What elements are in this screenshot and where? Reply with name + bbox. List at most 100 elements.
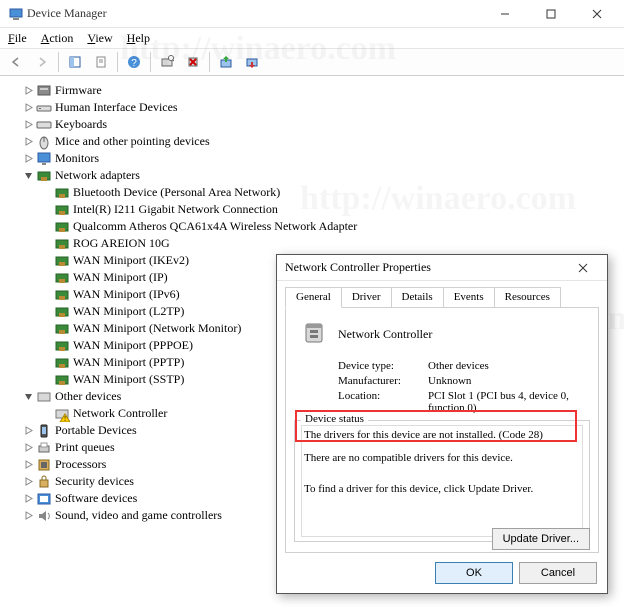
menubar: File Action View Help <box>0 28 624 48</box>
warning-device-icon: ! <box>54 406 70 422</box>
nic-icon <box>54 185 70 201</box>
cpu-icon <box>36 457 52 473</box>
device-status-text[interactable]: The drivers for this device are not inst… <box>301 425 583 537</box>
app-icon <box>8 6 24 22</box>
security-icon <box>36 474 52 490</box>
scan-hardware-button[interactable] <box>155 51 179 73</box>
tab-events[interactable]: Events <box>443 287 495 307</box>
uninstall-button[interactable] <box>181 51 205 73</box>
svg-text:!: ! <box>64 415 66 422</box>
expand-chevron-icon[interactable] <box>20 137 36 146</box>
window-title: Device Manager <box>27 6 482 21</box>
tree-item-label: WAN Miniport (PPTP) <box>73 354 184 371</box>
tree-item[interactable]: Qualcomm Atheros QCA61x4A Wireless Netwo… <box>0 218 624 235</box>
tree-item[interactable]: ROG AREION 10G <box>0 235 624 252</box>
tree-item-label: WAN Miniport (IKEv2) <box>73 252 189 269</box>
expand-chevron-icon[interactable] <box>20 494 36 503</box>
device-icon <box>298 318 330 350</box>
show-hide-tree-button[interactable] <box>63 51 87 73</box>
portable-icon <box>36 423 52 439</box>
menu-help[interactable]: Help <box>127 31 150 46</box>
properties-button[interactable] <box>89 51 113 73</box>
nic-icon <box>54 202 70 218</box>
expand-chevron-icon[interactable] <box>20 171 36 180</box>
value-location: PCI Slot 1 (PCI bus 4, device 0, functio… <box>428 390 590 414</box>
tree-item[interactable]: Bluetooth Device (Personal Area Network) <box>0 184 624 201</box>
update-driver-button[interactable]: Update Driver... <box>492 528 590 550</box>
expand-chevron-icon[interactable] <box>20 426 36 435</box>
keyboard-icon <box>36 117 52 133</box>
status-line: To find a driver for this device, click … <box>304 482 568 497</box>
nav-back-button[interactable] <box>4 51 28 73</box>
disable-device-button[interactable] <box>240 51 264 73</box>
mouse-icon <box>36 134 52 150</box>
expand-chevron-icon[interactable] <box>20 103 36 112</box>
expand-chevron-icon[interactable] <box>20 460 36 469</box>
close-button[interactable] <box>574 0 620 28</box>
window-controls <box>482 0 620 28</box>
tree-item-label: WAN Miniport (IPv6) <box>73 286 180 303</box>
tree-item[interactable]: Human Interface Devices <box>0 99 624 116</box>
tree-item-label: Bluetooth Device (Personal Area Network) <box>73 184 280 201</box>
ok-button[interactable]: OK <box>435 562 513 584</box>
nav-forward-button[interactable] <box>30 51 54 73</box>
label-device-type: Device type: <box>338 360 428 372</box>
tree-item[interactable]: Network adapters <box>0 167 624 184</box>
nic-icon <box>36 168 52 184</box>
tree-item[interactable]: Intel(R) I211 Gigabit Network Connection <box>0 201 624 218</box>
tree-item-label: Qualcomm Atheros QCA61x4A Wireless Netwo… <box>73 218 357 235</box>
menu-action[interactable]: Action <box>41 31 74 46</box>
label-location: Location: <box>338 390 428 414</box>
tree-item-label: Network Controller <box>73 405 167 422</box>
monitor-icon <box>36 151 52 167</box>
expand-chevron-icon[interactable] <box>20 120 36 129</box>
expand-chevron-icon[interactable] <box>20 443 36 452</box>
tabstrip: General Driver Details Events Resources <box>285 287 599 308</box>
tab-details[interactable]: Details <box>391 287 444 307</box>
other-icon <box>36 389 52 405</box>
tree-item-label: WAN Miniport (Network Monitor) <box>73 320 241 337</box>
tree-item-label: Monitors <box>55 150 99 167</box>
help-button[interactable]: ? <box>122 51 146 73</box>
tree-item[interactable]: Firmware <box>0 82 624 99</box>
svg-text:?: ? <box>131 58 137 69</box>
tree-item-label: Other devices <box>55 388 121 405</box>
expand-chevron-icon[interactable] <box>20 392 36 401</box>
tree-item-label: Print queues <box>55 439 115 456</box>
tab-resources[interactable]: Resources <box>494 287 561 307</box>
device-status-group: Device status The drivers for this devic… <box>294 420 590 542</box>
tab-general[interactable]: General <box>285 287 342 308</box>
expand-chevron-icon[interactable] <box>20 86 36 95</box>
properties-dialog: Network Controller Properties General Dr… <box>276 254 608 594</box>
status-line: The drivers for this device are not inst… <box>304 428 568 443</box>
toolbar: ? <box>0 48 624 76</box>
tree-item-label: Intel(R) I211 Gigabit Network Connection <box>73 201 278 218</box>
expand-chevron-icon[interactable] <box>20 477 36 486</box>
nic-icon <box>54 287 70 303</box>
update-driver-toolbar-button[interactable] <box>214 51 238 73</box>
firmware-icon <box>36 83 52 99</box>
tab-driver[interactable]: Driver <box>341 287 392 307</box>
titlebar: Device Manager <box>0 0 624 28</box>
nic-icon <box>54 270 70 286</box>
device-manager-window: Device Manager File Action View Help ? F… <box>0 0 624 76</box>
minimize-button[interactable] <box>482 0 528 28</box>
tree-item-label: WAN Miniport (L2TP) <box>73 303 184 320</box>
maximize-button[interactable] <box>528 0 574 28</box>
status-line: There are no compatible drivers for this… <box>304 451 568 466</box>
tab-content-general: Network Controller Device type:Other dev… <box>285 308 599 553</box>
dialog-close-button[interactable] <box>563 255 603 281</box>
sound-icon <box>36 508 52 524</box>
expand-chevron-icon[interactable] <box>20 154 36 163</box>
menu-file[interactable]: File <box>8 31 27 46</box>
expand-chevron-icon[interactable] <box>20 511 36 520</box>
menu-view[interactable]: View <box>87 31 112 46</box>
tree-item[interactable]: Mice and other pointing devices <box>0 133 624 150</box>
device-status-legend: Device status <box>301 413 368 425</box>
software-icon <box>36 491 52 507</box>
tree-item[interactable]: Keyboards <box>0 116 624 133</box>
nic-icon <box>54 338 70 354</box>
cancel-button[interactable]: Cancel <box>519 562 597 584</box>
tree-item[interactable]: Monitors <box>0 150 624 167</box>
nic-icon <box>54 321 70 337</box>
